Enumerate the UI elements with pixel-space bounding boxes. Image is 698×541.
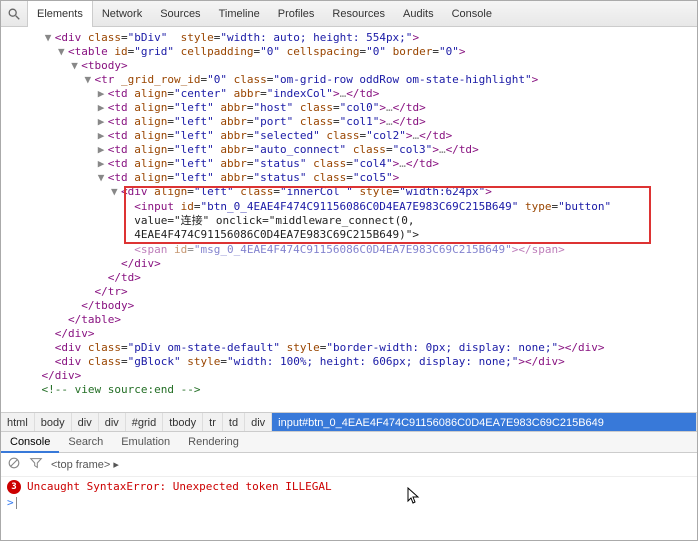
dom-node[interactable]: ▼<td align="left" abbr="status" class="c… xyxy=(5,171,697,185)
breadcrumb: htmlbodydivdiv#gridtbodytrtddivinput#btn… xyxy=(1,412,697,432)
dom-node[interactable]: ▼<table id="grid" cellpadding="0" cellsp… xyxy=(5,45,697,59)
dom-node[interactable]: ▼<div class="bDiv" style="width: auto; h… xyxy=(5,31,697,45)
dom-node[interactable]: ▶<td align="left" abbr="status" class="c… xyxy=(5,157,697,171)
tab-network[interactable]: Network xyxy=(93,1,151,27)
dom-node[interactable]: ▶<td align="left" abbr="host" class="col… xyxy=(5,101,697,115)
dom-node[interactable]: </tr> xyxy=(5,285,697,299)
tab-console[interactable]: Console xyxy=(443,1,501,27)
crumb[interactable]: body xyxy=(35,413,72,431)
crumb[interactable]: #grid xyxy=(126,413,163,431)
error-message: Uncaught SyntaxError: Unexpected token I… xyxy=(27,479,332,495)
clear-console-icon[interactable] xyxy=(7,456,21,473)
console-error-row[interactable]: 3 Uncaught SyntaxError: Unexpected token… xyxy=(7,479,691,495)
crumb[interactable]: tr xyxy=(203,413,223,431)
dom-node[interactable]: ▶<td align="left" abbr="selected" class=… xyxy=(5,129,697,143)
dom-node[interactable]: 4EAE4F474C91156086C0D4EA7E983C69C215B649… xyxy=(5,228,697,242)
dom-node[interactable]: </div> xyxy=(5,327,697,341)
drawer-tab-search[interactable]: Search xyxy=(59,432,112,452)
drawer-tabs: ConsoleSearchEmulationRendering xyxy=(1,432,697,453)
tab-audits[interactable]: Audits xyxy=(394,1,443,27)
dom-node[interactable]: ▶<td align="center" abbr="indexCol">…</t… xyxy=(5,87,697,101)
crumb[interactable]: tbody xyxy=(163,413,203,431)
dom-node[interactable]: ▼<div align="left" class="innerCol " sty… xyxy=(5,185,697,199)
console-toolbar: <top frame> ▸ xyxy=(1,453,697,477)
elements-panel: ▼<div class="bDiv" style="width: auto; h… xyxy=(1,27,697,412)
tab-profiles[interactable]: Profiles xyxy=(269,1,324,27)
dom-node[interactable]: <span id="msg_0_4EAE4F474C91156086C0D4EA… xyxy=(5,243,697,257)
console-prompt[interactable]: > xyxy=(7,495,691,511)
dom-node[interactable]: </td> xyxy=(5,271,697,285)
search-icon[interactable] xyxy=(1,1,27,27)
dom-node[interactable]: </tbody> xyxy=(5,299,697,313)
dom-node[interactable]: ▶<td align="left" abbr="auto_connect" cl… xyxy=(5,143,697,157)
tab-sources[interactable]: Sources xyxy=(151,1,209,27)
dom-node[interactable]: <!-- view source:end --> xyxy=(5,383,697,397)
filter-icon[interactable] xyxy=(29,456,43,473)
crumb[interactable]: html xyxy=(1,413,35,431)
crumb[interactable]: td xyxy=(223,413,245,431)
tab-resources[interactable]: Resources xyxy=(323,1,394,27)
drawer-tab-console[interactable]: Console xyxy=(1,432,59,453)
dom-node[interactable]: ▼<tr _grid_row_id="0" class="om-grid-row… xyxy=(5,73,697,87)
dom-node[interactable]: value="连接" onclick="middleware_connect(0… xyxy=(5,214,697,228)
dom-node[interactable]: ▶<td align="left" abbr="port" class="col… xyxy=(5,115,697,129)
dom-node[interactable]: </div> xyxy=(5,369,697,383)
dom-node[interactable]: ▼<tbody> xyxy=(5,59,697,73)
console-body: 3 Uncaught SyntaxError: Unexpected token… xyxy=(1,477,697,537)
dom-node[interactable]: <input id="btn_0_4EAE4F474C91156086C0D4E… xyxy=(5,200,697,214)
dom-tree[interactable]: ▼<div class="bDiv" style="width: auto; h… xyxy=(1,27,697,412)
crumb[interactable]: div xyxy=(99,413,126,431)
tab-timeline[interactable]: Timeline xyxy=(210,1,269,27)
devtools-toolbar: ElementsNetworkSourcesTimelineProfilesRe… xyxy=(1,1,697,27)
tab-elements[interactable]: Elements xyxy=(27,1,93,27)
dom-node[interactable]: </table> xyxy=(5,313,697,327)
crumb[interactable]: div xyxy=(72,413,99,431)
crumb[interactable]: div xyxy=(245,413,272,431)
drawer-tab-emulation[interactable]: Emulation xyxy=(112,432,179,452)
frame-selector[interactable]: <top frame> ▸ xyxy=(51,458,119,471)
dom-node[interactable]: </div> xyxy=(5,257,697,271)
crumb-selected[interactable]: input#btn_0_4EAE4F474C91156086C0D4EA7E98… xyxy=(272,413,697,431)
drawer-tab-rendering[interactable]: Rendering xyxy=(179,432,248,452)
error-count-badge: 3 xyxy=(7,480,21,494)
dom-node[interactable]: <div class="pDiv om-state-default" style… xyxy=(5,341,697,355)
dom-node[interactable]: <div class="gBlock" style="width: 100%; … xyxy=(5,355,697,369)
